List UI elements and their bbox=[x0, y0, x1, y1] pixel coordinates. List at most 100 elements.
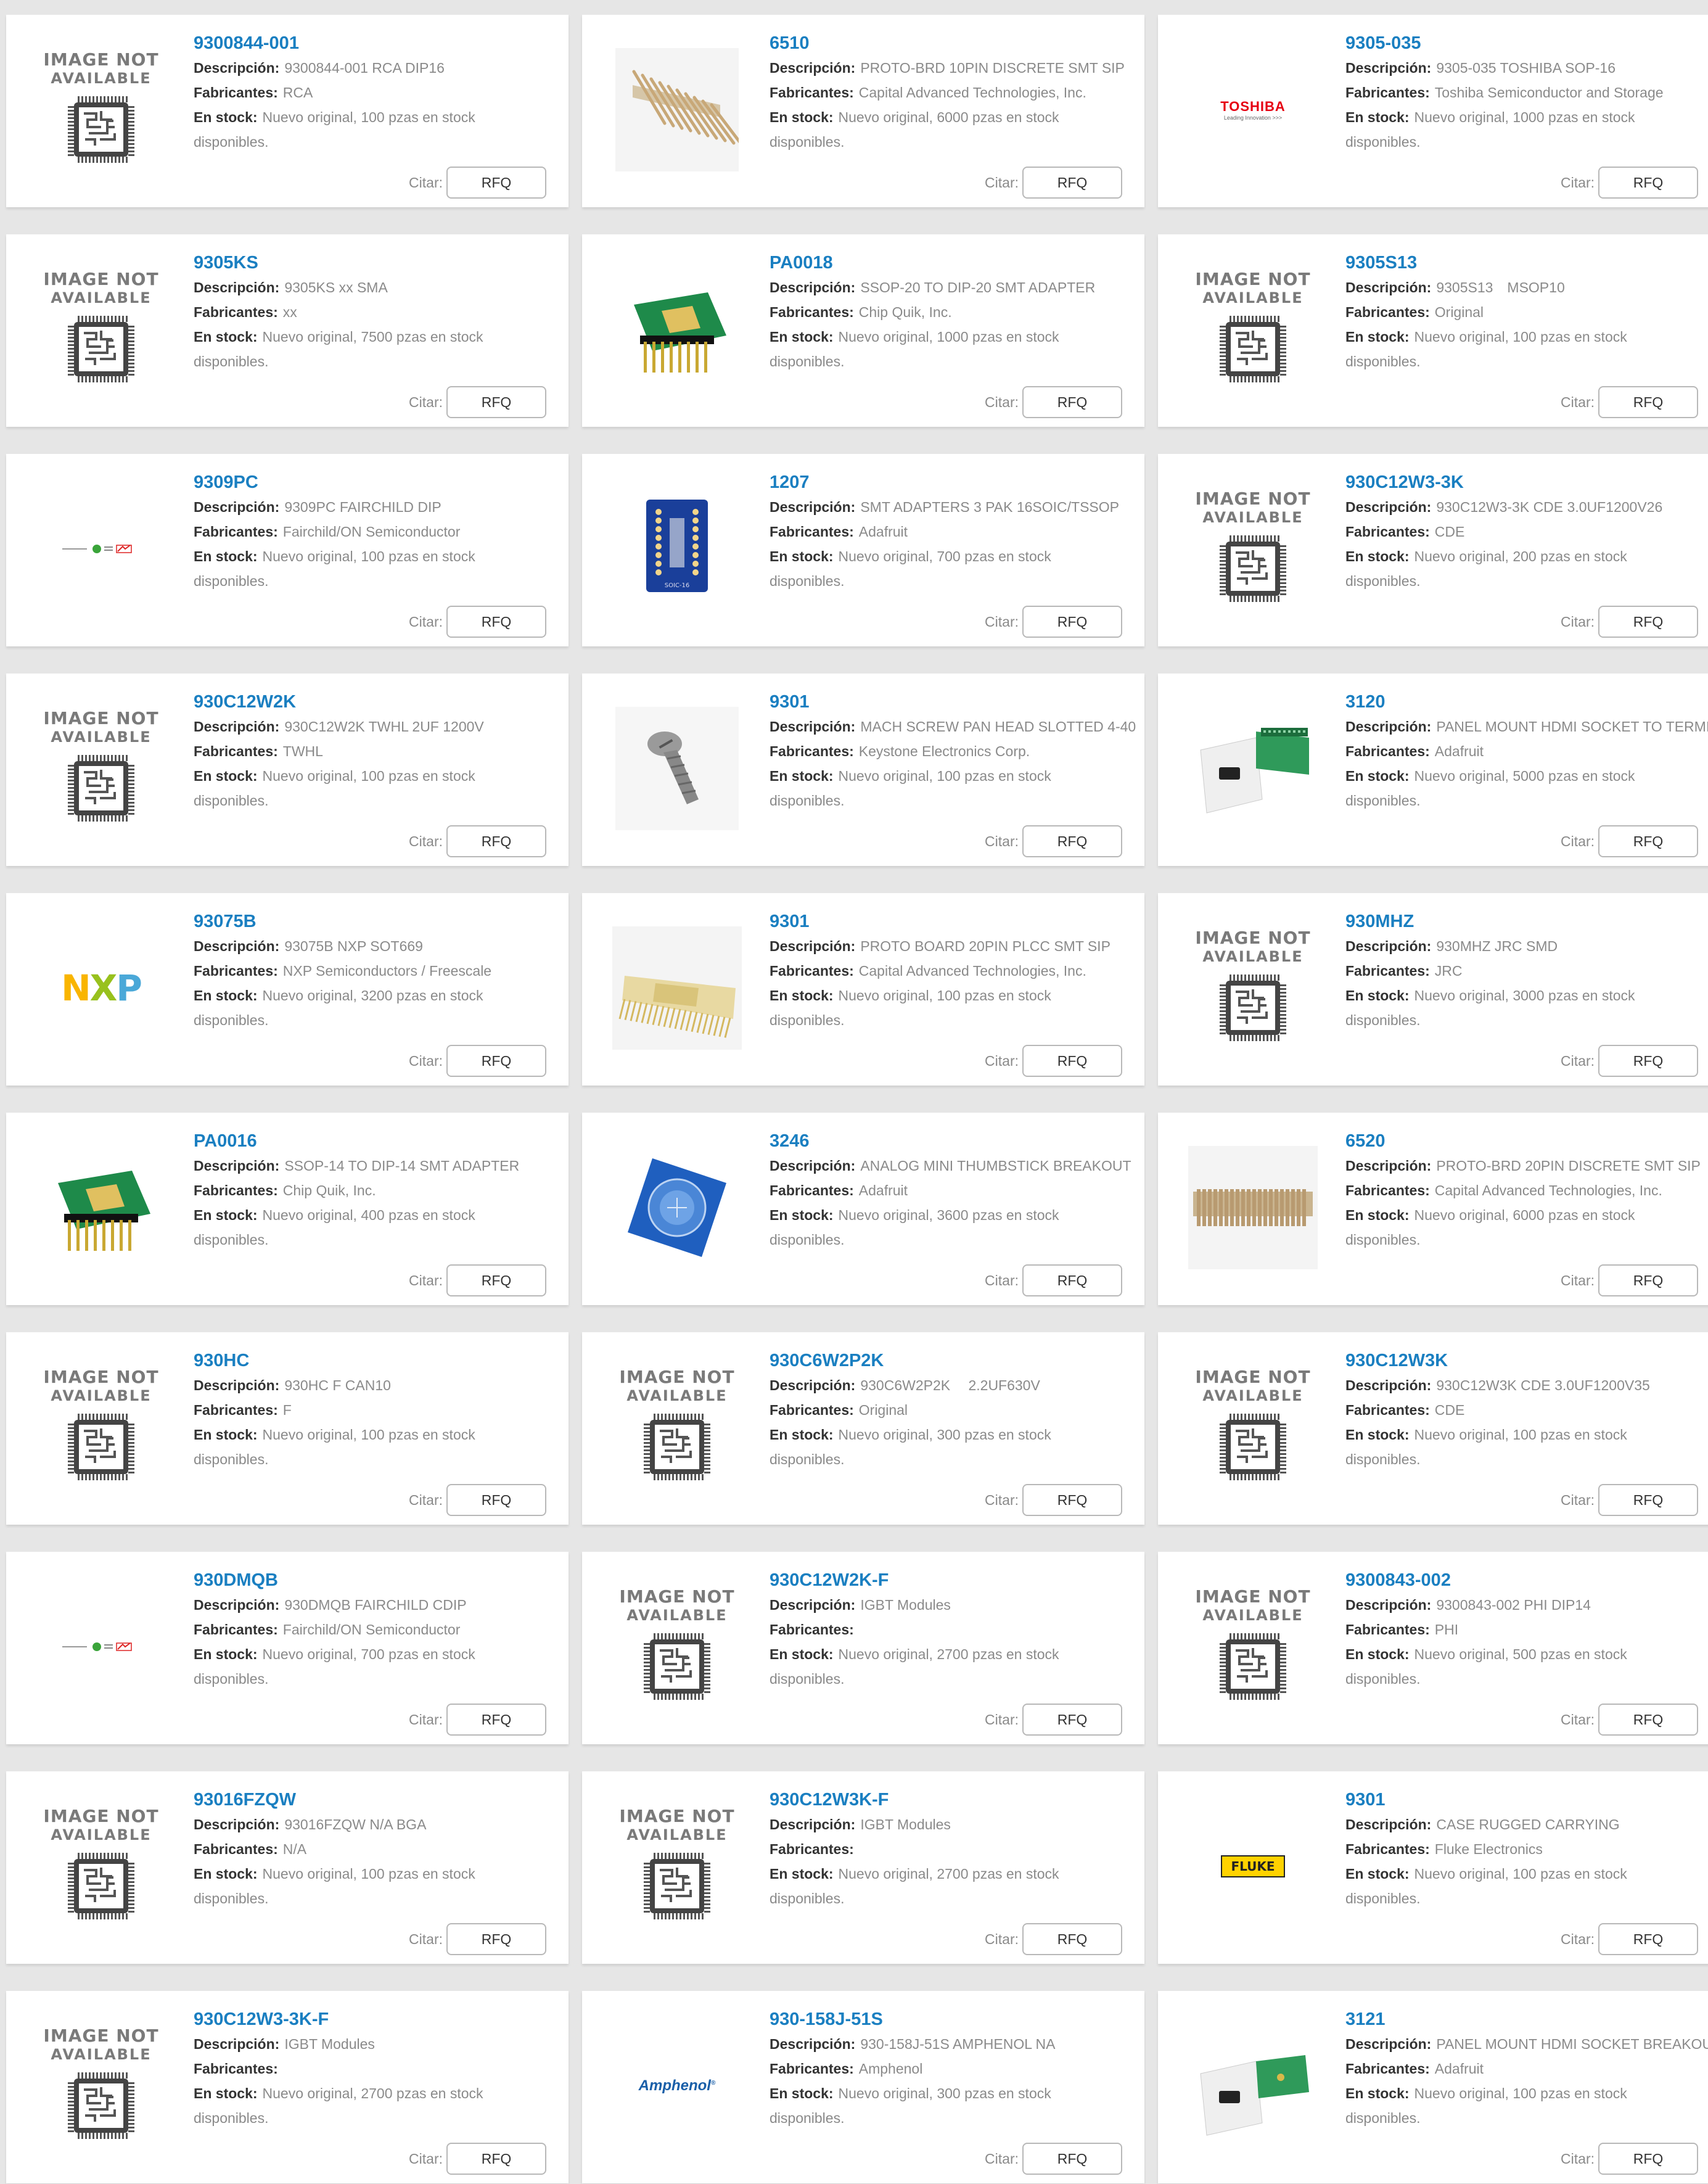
rfq-button[interactable]: RFQ bbox=[1598, 1923, 1698, 1955]
product-image[interactable] bbox=[31, 1137, 171, 1278]
product-image[interactable]: IMAGE NOT AVAILABLE bbox=[1183, 479, 1323, 619]
part-number-link[interactable]: 3120 bbox=[1345, 690, 1708, 714]
part-number-link[interactable]: 930C6W2P2K bbox=[770, 1348, 1144, 1373]
part-number-link[interactable]: 930MHZ bbox=[1345, 909, 1708, 934]
description-row: Descripción: ANALOG MINI THUMBSTICK BREAK… bbox=[770, 1153, 1144, 1178]
part-number-link[interactable]: 9305S13 bbox=[1345, 250, 1708, 275]
product-image[interactable]: IMAGE NOT AVAILABLE bbox=[31, 2016, 171, 2156]
product-image[interactable] bbox=[607, 918, 747, 1058]
part-number-link[interactable]: 93016FZQW bbox=[194, 1787, 569, 1812]
product-image[interactable]: IMAGE NOT AVAILABLE bbox=[1183, 1357, 1323, 1498]
product-image[interactable]: FLUKE bbox=[1183, 1796, 1323, 1937]
product-image[interactable]: Amphenol® bbox=[607, 2016, 747, 2156]
rfq-button[interactable]: RFQ bbox=[1598, 1484, 1698, 1516]
rfq-button[interactable]: RFQ bbox=[446, 606, 546, 638]
rfq-button[interactable]: RFQ bbox=[1022, 1704, 1122, 1736]
product-image[interactable]: IMAGE NOT AVAILABLE bbox=[607, 1357, 747, 1498]
breakout-board-image: SOIC-16 bbox=[646, 500, 708, 592]
rfq-button[interactable]: RFQ bbox=[446, 1923, 546, 1955]
part-number-link[interactable]: 930C12W3K bbox=[1345, 1348, 1708, 1373]
description-value: PROTO-BRD 10PIN DISCRETE SMT SIP bbox=[860, 60, 1125, 76]
product-image[interactable]: IMAGE NOT AVAILABLE bbox=[1183, 259, 1323, 400]
rfq-button[interactable]: RFQ bbox=[1598, 825, 1698, 857]
part-number-link[interactable]: 930C12W2K-F bbox=[770, 1568, 1144, 1593]
rfq-button[interactable]: RFQ bbox=[1022, 606, 1122, 638]
product-image[interactable]: IMAGE NOT AVAILABLE bbox=[607, 1796, 747, 1937]
product-image[interactable] bbox=[607, 39, 747, 180]
rfq-button[interactable]: RFQ bbox=[1598, 1045, 1698, 1077]
product-image[interactable] bbox=[1183, 2016, 1323, 2156]
rfq-button[interactable]: RFQ bbox=[446, 1045, 546, 1077]
part-number-link[interactable]: 930C12W3-3K-F bbox=[194, 2007, 569, 2032]
product-image[interactable] bbox=[1183, 698, 1323, 839]
product-image[interactable]: IMAGE NOT AVAILABLE bbox=[31, 259, 171, 400]
manufacturer-row: Fabricantes: bbox=[770, 1837, 1144, 1861]
rfq-button[interactable]: RFQ bbox=[1022, 386, 1122, 418]
rfq-button[interactable]: RFQ bbox=[446, 386, 546, 418]
product-image[interactable]: IMAGE NOT AVAILABLE bbox=[31, 1357, 171, 1498]
part-number-link[interactable]: 9300844-001 bbox=[194, 31, 569, 56]
product-image[interactable]: IMAGE NOT AVAILABLE bbox=[31, 1796, 171, 1937]
image-na-line2: AVAILABLE bbox=[1202, 1387, 1304, 1404]
part-number-link[interactable]: 9301 bbox=[770, 909, 1144, 934]
product-image[interactable] bbox=[607, 698, 747, 839]
rfq-button[interactable]: RFQ bbox=[1022, 825, 1122, 857]
part-number-link[interactable]: 93075B bbox=[194, 909, 569, 934]
rfq-button[interactable]: RFQ bbox=[1022, 1264, 1122, 1296]
product-image[interactable]: IMAGE NOT AVAILABLE bbox=[31, 39, 171, 180]
manufacturer-row: Fabricantes: Keystone Electronics Corp. bbox=[770, 739, 1144, 764]
rfq-button[interactable]: RFQ bbox=[1022, 1923, 1122, 1955]
product-image[interactable] bbox=[31, 479, 171, 619]
product-image[interactable]: IMAGE NOT AVAILABLE bbox=[1183, 918, 1323, 1058]
part-number-link[interactable]: 930C12W3-3K bbox=[1345, 470, 1708, 495]
part-number-link[interactable]: 9301 bbox=[1345, 1787, 1708, 1812]
rfq-button[interactable]: RFQ bbox=[446, 1264, 546, 1296]
rfq-button[interactable]: RFQ bbox=[1598, 167, 1698, 199]
rfq-button[interactable]: RFQ bbox=[1022, 167, 1122, 199]
rfq-button[interactable]: RFQ bbox=[446, 2143, 546, 2175]
product-image[interactable]: SOIC-16 bbox=[607, 479, 747, 619]
part-number-link[interactable]: 930C12W2K bbox=[194, 690, 569, 714]
product-image[interactable]: IMAGE NOT AVAILABLE bbox=[31, 698, 171, 839]
rfq-button[interactable]: RFQ bbox=[1598, 1264, 1698, 1296]
quote-row: Citar: RFQ bbox=[1561, 1045, 1698, 1077]
description-label: Descripción: bbox=[194, 1597, 280, 1613]
part-number-link[interactable]: 9305KS bbox=[194, 250, 569, 275]
part-number-link[interactable]: 930DMQB bbox=[194, 1568, 569, 1593]
rfq-button[interactable]: RFQ bbox=[1022, 1045, 1122, 1077]
product-image[interactable] bbox=[1183, 1137, 1323, 1278]
product-image[interactable]: IMAGE NOT AVAILABLE bbox=[607, 1576, 747, 1717]
product-image[interactable] bbox=[607, 259, 747, 400]
rfq-button[interactable]: RFQ bbox=[1598, 1704, 1698, 1736]
product-image[interactable]: IMAGE NOT AVAILABLE bbox=[1183, 1576, 1323, 1717]
part-number-link[interactable]: 3246 bbox=[770, 1129, 1144, 1153]
part-number-link[interactable]: 6510 bbox=[770, 31, 1144, 56]
rfq-button[interactable]: RFQ bbox=[1598, 606, 1698, 638]
product-image[interactable]: NXP bbox=[31, 918, 171, 1058]
rfq-button[interactable]: RFQ bbox=[1598, 386, 1698, 418]
part-number-link[interactable]: PA0016 bbox=[194, 1129, 569, 1153]
rfq-button[interactable]: RFQ bbox=[446, 1484, 546, 1516]
product-image[interactable] bbox=[607, 1137, 747, 1278]
part-number-link[interactable]: 930C12W3K-F bbox=[770, 1787, 1144, 1812]
product-image[interactable] bbox=[31, 1576, 171, 1717]
rfq-button[interactable]: RFQ bbox=[446, 1704, 546, 1736]
rfq-button[interactable]: RFQ bbox=[446, 825, 546, 857]
part-number-link[interactable]: 930HC bbox=[194, 1348, 569, 1373]
rfq-button[interactable]: RFQ bbox=[446, 167, 546, 199]
part-number-link[interactable]: 1207 bbox=[770, 470, 1144, 495]
manufacturer-row: Fabricantes: PHI bbox=[1345, 1617, 1708, 1642]
rfq-button[interactable]: RFQ bbox=[1598, 2143, 1698, 2175]
part-number-link[interactable]: 9301 bbox=[770, 690, 1144, 714]
part-number-link[interactable]: 930-158J-51S bbox=[770, 2007, 1144, 2032]
rfq-button[interactable]: RFQ bbox=[1022, 2143, 1122, 2175]
part-number-link[interactable]: 6520 bbox=[1345, 1129, 1708, 1153]
part-number-link[interactable]: PA0018 bbox=[770, 250, 1144, 275]
product-image[interactable]: TOSHIBA Leading Innovation >>> bbox=[1183, 39, 1323, 180]
part-number-link[interactable]: 9305-035 bbox=[1345, 31, 1708, 56]
part-number-link[interactable]: 3121 bbox=[1345, 2007, 1708, 2032]
part-number-link[interactable]: 9309PC bbox=[194, 470, 569, 495]
part-number-link[interactable]: 9300843-002 bbox=[1345, 1568, 1708, 1593]
rfq-button[interactable]: RFQ bbox=[1022, 1484, 1122, 1516]
manufacturer-row: Fabricantes: Fluke Electronics bbox=[1345, 1837, 1708, 1861]
